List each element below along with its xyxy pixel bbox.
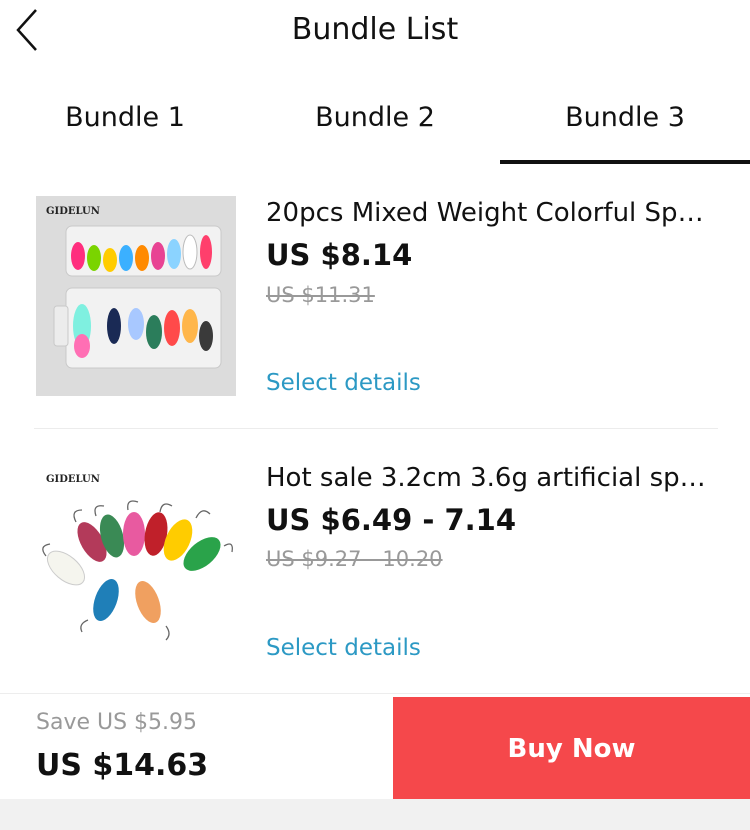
tab-bundle-1[interactable]: Bundle 1: [0, 88, 250, 164]
buy-now-button[interactable]: Buy Now: [393, 697, 750, 801]
product-title[interactable]: 20pcs Mixed Weight Colorful Spoon Lures: [266, 198, 716, 228]
savings-text: Save US $5.95: [36, 710, 198, 735]
spoon-lures-image: GIDELUN: [36, 460, 236, 660]
total-price: US $14.63: [36, 748, 209, 783]
tab-bundle-2[interactable]: Bundle 2: [250, 88, 500, 164]
product-price: US $8.14: [266, 238, 413, 272]
original-price: US $11.31: [266, 283, 375, 307]
brand-label: GIDELUN: [46, 474, 100, 485]
tab-bundle-3[interactable]: Bundle 3: [500, 88, 750, 164]
bottom-spacer: [0, 799, 750, 830]
product-price: US $6.49 - 7.14: [266, 503, 517, 537]
spoon-lures-box-image: GIDELUN: [36, 196, 236, 396]
divider: [34, 428, 718, 429]
product-title[interactable]: Hot sale 3.2cm 3.6g artificial spoon lur…: [266, 463, 716, 493]
checkout-bar: Save US $5.95 US $14.63 Buy Now: [0, 693, 750, 801]
brand-label: GIDELUN: [46, 206, 100, 217]
header-bar: Bundle List: [0, 0, 750, 70]
bundle-tabs: Bundle 1 Bundle 2 Bundle 3: [0, 88, 750, 164]
original-price: US $9.27 - 10.20: [266, 547, 443, 571]
page-title: Bundle List: [291, 12, 459, 47]
product-image[interactable]: GIDELUN: [36, 196, 236, 396]
select-details-link[interactable]: Select details: [266, 370, 421, 396]
product-image[interactable]: GIDELUN: [36, 460, 236, 660]
select-details-link[interactable]: Select details: [266, 635, 421, 661]
